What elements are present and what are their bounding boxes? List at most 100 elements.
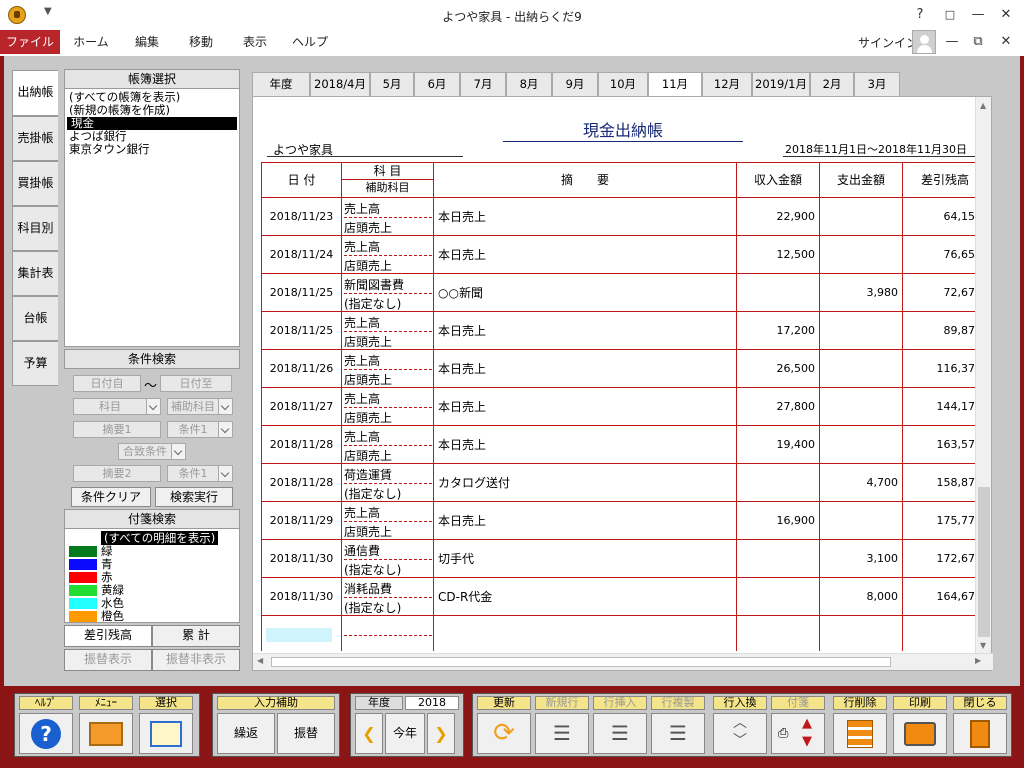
table-row[interactable]: 2018/11/23 売上高 店頭売上 本日売上 22,900 64,154 (262, 198, 982, 236)
month-tab-1[interactable]: 2018/4月 (310, 72, 370, 96)
cell-expense[interactable] (820, 426, 903, 463)
account-select[interactable]: 科目 (73, 398, 161, 415)
cell-description[interactable]: ○○新聞 (434, 274, 737, 311)
cell-income-new[interactable] (737, 616, 820, 651)
cell-date[interactable]: 2018/11/24 (262, 236, 342, 273)
cell-description[interactable]: 切手代 (434, 540, 737, 577)
cell-date-new[interactable] (262, 616, 342, 651)
this-year-button[interactable]: 今年 (385, 713, 425, 754)
transfer-button[interactable]: 振替 (277, 713, 335, 754)
cell-account[interactable]: 売上高 店頭売上 (342, 198, 434, 235)
menu-file[interactable]: ファイル (0, 30, 60, 54)
cond-clear-button[interactable]: 条件クリア (71, 487, 151, 507)
child-restore-icon[interactable]: ⧉ (966, 32, 990, 52)
ribbon-display-icon[interactable]: □ (938, 5, 962, 25)
cell-expense[interactable] (820, 502, 903, 539)
vtab-cashbook[interactable]: 出納帳 (12, 70, 58, 116)
cell-date[interactable]: 2018/11/30 (262, 578, 342, 615)
cell-income[interactable]: 12,500 (737, 236, 820, 273)
cell-description[interactable]: 本日売上 (434, 236, 737, 273)
child-close-icon[interactable]: ✕ (994, 32, 1018, 52)
hscroll-thumb[interactable] (271, 657, 891, 667)
prev-year-icon[interactable]: ❮ (355, 713, 383, 754)
vtab-budget[interactable]: 予算 (12, 341, 58, 386)
menu-button[interactable] (79, 713, 133, 754)
table-row[interactable]: 2018/11/24 売上高 店頭売上 本日売上 12,500 76,654 (262, 236, 982, 274)
transfer-hide-button[interactable]: 振替非表示 (152, 649, 240, 671)
table-row[interactable]: 2018/11/29 売上高 店頭売上 本日売上 16,900 175,774 (262, 502, 982, 540)
new-row-date-input[interactable] (266, 628, 332, 642)
cell-expense[interactable] (820, 312, 903, 349)
cell-description-new[interactable] (434, 616, 737, 651)
select-button[interactable] (139, 713, 193, 754)
vtab-payable[interactable]: 買掛帳 (12, 161, 58, 206)
signin-link[interactable]: サインイン (858, 34, 918, 51)
month-tab-4[interactable]: 7月 (460, 72, 506, 96)
cell-date[interactable]: 2018/11/30 (262, 540, 342, 577)
month-tab-0[interactable]: 年度 (252, 72, 310, 96)
account-name[interactable]: 荷造運賃 (344, 466, 392, 483)
book-item-tokyo-town-bank[interactable]: 東京タウン銀行 (65, 143, 239, 156)
sub-account-name[interactable]: 店頭売上 (344, 331, 432, 350)
scroll-right-icon[interactable]: ▶ (975, 656, 981, 665)
month-tab-9[interactable]: 12月 (702, 72, 752, 96)
summary1-input[interactable]: 摘要1 (73, 421, 161, 438)
vertical-scrollbar[interactable]: ▲ ▼ (975, 97, 991, 654)
month-tab-7[interactable]: 10月 (598, 72, 648, 96)
cell-date[interactable]: 2018/11/25 (262, 274, 342, 311)
sub-account-name[interactable]: (指定なし) (344, 293, 432, 312)
table-row[interactable] (262, 616, 982, 651)
month-tab-6[interactable]: 9月 (552, 72, 598, 96)
cell-account[interactable]: 売上高 店頭売上 (342, 350, 434, 387)
cell-income[interactable]: 27,800 (737, 388, 820, 425)
next-year-icon[interactable]: ❯ (427, 713, 455, 754)
account-name[interactable]: 売上高 (344, 314, 380, 331)
copy-row-icon[interactable]: ☰ (651, 713, 705, 754)
month-tab-8[interactable]: 11月 (648, 72, 702, 97)
menu-view[interactable]: 表示 (232, 30, 278, 54)
account-name[interactable]: 新聞図書費 (344, 276, 404, 293)
cell-account[interactable]: 新聞図書費 (指定なし) (342, 274, 434, 311)
tag-button[interactable]: ⎙ ▲ ▼ (771, 713, 825, 754)
cell-description[interactable]: 本日売上 (434, 502, 737, 539)
match-cond-select[interactable]: 合致条件 (118, 443, 186, 460)
child-minimize-icon[interactable]: — (940, 32, 964, 52)
cell-description[interactable]: 本日売上 (434, 350, 737, 387)
cell-account[interactable]: 売上高 店頭売上 (342, 388, 434, 425)
cell-account[interactable]: 売上高 店頭売上 (342, 426, 434, 463)
cell-expense[interactable] (820, 236, 903, 273)
tag-list[interactable]: (すべての明細を表示) 緑 青 赤 黄緑 水色 橙色 (64, 529, 240, 623)
cell-income[interactable]: 17,200 (737, 312, 820, 349)
cell-description[interactable]: 本日売上 (434, 388, 737, 425)
help-icon[interactable]: ? (908, 5, 932, 25)
cell-description[interactable]: 本日売上 (434, 312, 737, 349)
swap-row-icon[interactable]: ︿ ﹀ (713, 713, 767, 754)
cell-expense[interactable]: 4,700 (820, 464, 903, 501)
table-row[interactable]: 2018/11/27 売上高 店頭売上 本日売上 27,800 144,174 (262, 388, 982, 426)
balance-tab[interactable]: 差引残高 (64, 625, 152, 647)
scroll-left-icon[interactable]: ◀ (257, 656, 263, 665)
month-tab-3[interactable]: 6月 (414, 72, 460, 96)
date-from-input[interactable]: 日付自 (73, 375, 141, 392)
cell-account[interactable]: 売上高 店頭売上 (342, 502, 434, 539)
vtab-register[interactable]: 台帳 (12, 296, 58, 341)
scroll-thumb[interactable] (978, 487, 990, 637)
table-row[interactable]: 2018/11/26 売上高 店頭売上 本日売上 26,500 116,374 (262, 350, 982, 388)
account-name[interactable]: 売上高 (344, 352, 380, 369)
cell-income[interactable]: 19,400 (737, 426, 820, 463)
table-row[interactable]: 2018/11/28 売上高 店頭売上 本日売上 19,400 163,574 (262, 426, 982, 464)
cell-account-new[interactable] (342, 616, 434, 651)
cell-income[interactable]: 26,500 (737, 350, 820, 387)
vtab-summary[interactable]: 集計表 (12, 251, 58, 296)
cell-expense[interactable] (820, 198, 903, 235)
table-row[interactable]: 2018/11/25 売上高 店頭売上 本日売上 17,200 89,874 (262, 312, 982, 350)
cond1-select[interactable]: 条件1 (167, 421, 233, 438)
cell-date[interactable]: 2018/11/26 (262, 350, 342, 387)
month-tab-12[interactable]: 3月 (854, 72, 900, 96)
tag-up-icon[interactable]: ▲ (802, 716, 812, 731)
cell-description[interactable]: 本日売上 (434, 198, 737, 235)
cell-expense[interactable]: 8,000 (820, 578, 903, 615)
scroll-down-icon[interactable]: ▼ (980, 641, 986, 650)
menu-move[interactable]: 移動 (178, 30, 224, 54)
delete-row-button[interactable] (833, 713, 887, 754)
